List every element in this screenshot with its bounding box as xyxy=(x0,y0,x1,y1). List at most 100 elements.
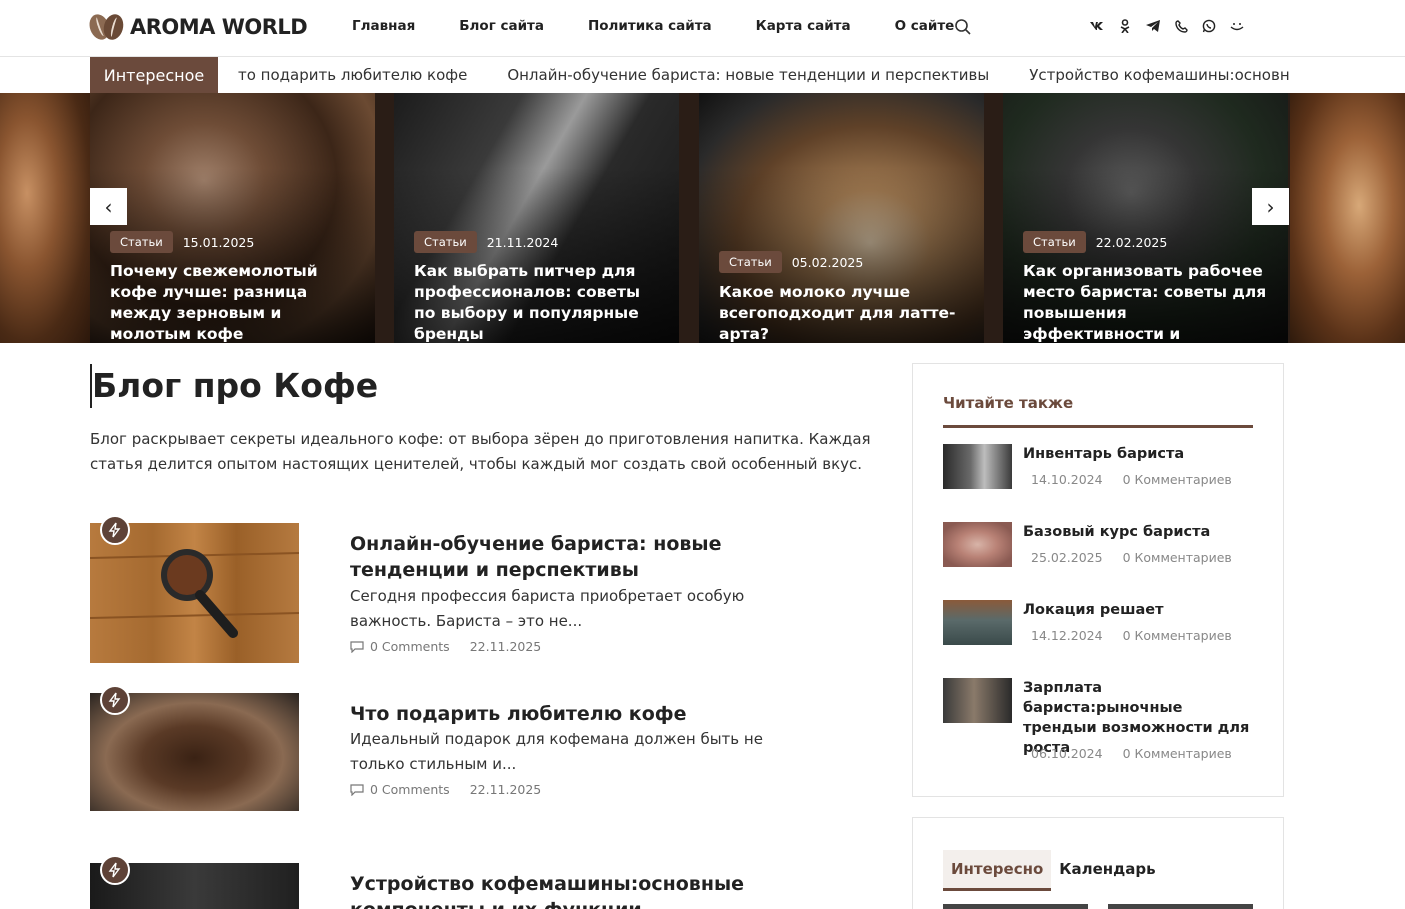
ticker-label: Интересное xyxy=(90,57,218,93)
sidebar-item[interactable]: Зарплата бариста:рыночные трендыи возмож… xyxy=(943,678,1253,768)
sidebar-item-comments[interactable]: 0 Комментариев xyxy=(1123,472,1232,487)
nav-policy[interactable]: Политика сайта xyxy=(588,18,712,34)
sidebar-item-meta: 14.12.2024 0 Комментариев xyxy=(1031,628,1248,643)
sidebar-thumbnail[interactable] xyxy=(943,522,1012,567)
post-meta: 0 Comments 22.11.2025 xyxy=(350,639,541,654)
sidebar-item[interactable]: Базовый курс бариста 25.02.2025 0 Коммен… xyxy=(943,522,1253,582)
tab-content-thumbnail[interactable] xyxy=(1108,904,1253,909)
post-item: Что подарить любителю кофе Идеальный под… xyxy=(90,685,870,811)
post-meta: 0 Comments 22.11.2025 xyxy=(350,782,541,797)
sidebar-item-comments[interactable]: 0 Комментариев xyxy=(1123,746,1232,761)
sidebar-item[interactable]: Локация решает 14.12.2024 0 Комментариев xyxy=(943,600,1253,660)
slide-date: 21.11.2024 xyxy=(486,234,559,250)
site-header: AROMA WORLD Главная Блог сайта Политика … xyxy=(0,0,1405,57)
viber-icon[interactable] xyxy=(1174,19,1188,33)
sidebar-item-date: 06.10.2024 xyxy=(1031,746,1103,761)
ticker-item[interactable]: то подарить любителю кофе xyxy=(238,66,467,84)
tab-content-thumbnail[interactable] xyxy=(943,904,1088,909)
news-ticker: Интересное то подарить любителю кофе Онл… xyxy=(0,57,1405,93)
comment-icon xyxy=(350,640,364,653)
post-thumbnail[interactable] xyxy=(90,523,299,663)
sidebar-item-meta: 25.02.2025 0 Комментариев xyxy=(1031,550,1248,565)
post-title[interactable]: Устройство кофемашины:основные компонент… xyxy=(350,871,830,909)
nav-blog[interactable]: Блог сайта xyxy=(459,18,544,34)
slide-badge[interactable]: Статьи xyxy=(1023,231,1086,253)
sidebar-item[interactable]: Инвентарь бариста 14.10.2024 0 Комментар… xyxy=(943,444,1253,504)
page-title: Блог про Кофе xyxy=(90,364,378,408)
post-date: 22.11.2025 xyxy=(469,782,542,797)
sidebar-item-meta: 06.10.2024 0 Комментариев xyxy=(1031,746,1248,761)
post-item: Устройство кофемашины:основные компонент… xyxy=(90,855,870,909)
slider-next-button[interactable]: › xyxy=(1252,188,1289,225)
nav-about[interactable]: О сайте xyxy=(895,18,955,34)
sidebar-item-title[interactable]: Локация решает xyxy=(1023,600,1253,620)
slider-prev-button[interactable]: ‹ xyxy=(90,188,127,225)
post-item: Онлайн-обучение бариста: новые тенденции… xyxy=(90,515,870,663)
tab-interesting[interactable]: Интересно xyxy=(943,850,1052,891)
slide-card[interactable]: Статьи 22.02.2025 Как организовать рабоч… xyxy=(1003,93,1288,343)
coffee-bean-logo-icon xyxy=(86,11,127,43)
lightning-icon xyxy=(100,685,130,715)
comment-icon xyxy=(350,783,364,796)
slide-badge[interactable]: Статьи xyxy=(719,251,782,273)
ticker-item[interactable]: Онлайн-обучение бариста: новые тенденции… xyxy=(507,66,989,84)
slide-badge[interactable]: Статьи xyxy=(414,231,477,253)
sidebar-tabs: Интересно Календарь xyxy=(943,850,1164,891)
smile-icon[interactable] xyxy=(1230,19,1244,33)
site-logo[interactable]: AROMA WORLD xyxy=(86,11,308,43)
featured-slider: Статьи 15.01.2025 Почему свежемолотый ко… xyxy=(0,93,1405,343)
social-links xyxy=(1090,19,1258,33)
slide-card[interactable]: Статьи 05.02.2025 Какое молоко лучше все… xyxy=(699,93,984,343)
sidebar-thumbnail[interactable] xyxy=(943,444,1012,489)
sidebar-item-date: 14.12.2024 xyxy=(1031,628,1103,643)
sidebar-title: Читайте также xyxy=(943,394,1074,412)
post-date: 22.11.2025 xyxy=(469,639,542,654)
sidebar-item-title[interactable]: Инвентарь бариста xyxy=(1023,444,1253,464)
post-title[interactable]: Онлайн-обучение бариста: новые тенденции… xyxy=(350,531,830,583)
search-icon[interactable] xyxy=(954,18,972,36)
post-comments[interactable]: 0 Comments xyxy=(370,782,450,797)
page-description: Блог раскрывает секреты идеального кофе:… xyxy=(90,430,871,473)
tab-calendar[interactable]: Календарь xyxy=(1051,850,1163,891)
nav-sitemap[interactable]: Карта сайта xyxy=(756,18,851,34)
sidebar-read-also: Читайте также Инвентарь бариста 14.10.20… xyxy=(912,363,1284,797)
slide-title[interactable]: Как организовать рабочее место бариста: … xyxy=(1023,261,1272,343)
ticker-track: то подарить любителю кофе Онлайн-обучени… xyxy=(238,57,1290,93)
chevron-right-icon: › xyxy=(1266,194,1275,219)
lightning-icon xyxy=(100,515,130,545)
sidebar-tabs-box: Интересно Календарь xyxy=(912,817,1284,909)
sidebar-divider xyxy=(943,425,1253,428)
sidebar-thumbnail[interactable] xyxy=(943,600,1012,645)
post-title[interactable]: Что подарить любителю кофе xyxy=(350,701,830,727)
sidebar-item-comments[interactable]: 0 Комментариев xyxy=(1123,550,1232,565)
sidebar-item-date: 14.10.2024 xyxy=(1031,472,1103,487)
odnoklassniki-icon[interactable] xyxy=(1118,19,1132,33)
sidebar-item-comments[interactable]: 0 Комментариев xyxy=(1123,628,1232,643)
sidebar-thumbnail[interactable] xyxy=(943,678,1012,723)
lightning-icon xyxy=(100,855,130,885)
post-excerpt: Идеальный подарок для кофемана должен бы… xyxy=(350,730,763,773)
slide-partial-right xyxy=(1290,93,1405,343)
slide-date: 05.02.2025 xyxy=(791,254,864,270)
post-comments[interactable]: 0 Comments xyxy=(370,639,450,654)
slide-card[interactable]: Статьи 15.01.2025 Почему свежемолотый ко… xyxy=(90,93,375,343)
chevron-left-icon: ‹ xyxy=(104,194,113,219)
slide-card[interactable]: Статьи 21.11.2024 Как выбрать питчер для… xyxy=(394,93,679,343)
logo-text: AROMA WORLD xyxy=(130,15,308,39)
slide-badge[interactable]: Статьи xyxy=(110,231,173,253)
sidebar-item-date: 25.02.2025 xyxy=(1031,550,1103,565)
sidebar-item-title[interactable]: Базовый курс бариста xyxy=(1023,522,1253,542)
slide-title[interactable]: Как выбрать питчер для профессионалов: с… xyxy=(414,261,663,343)
slide-title[interactable]: Почему свежемолотый кофе лучше: разница … xyxy=(110,261,359,343)
vk-icon[interactable] xyxy=(1090,19,1104,33)
slide-title[interactable]: Какое молоко лучше всегоподходит для лат… xyxy=(719,282,968,343)
main-nav: Главная Блог сайта Политика сайта Карта … xyxy=(352,18,998,34)
sidebar-item-meta: 14.10.2024 0 Комментариев xyxy=(1031,472,1248,487)
slide-partial-left xyxy=(0,93,90,343)
nav-home[interactable]: Главная xyxy=(352,18,415,34)
whatsapp-icon[interactable] xyxy=(1202,19,1216,33)
ticker-item[interactable]: Устройство кофемашины:основные компо xyxy=(1029,66,1290,84)
slide-date: 15.01.2025 xyxy=(182,234,255,250)
telegram-icon[interactable] xyxy=(1146,19,1160,33)
post-excerpt: Сегодня профессия бариста приобретает ос… xyxy=(350,587,745,630)
